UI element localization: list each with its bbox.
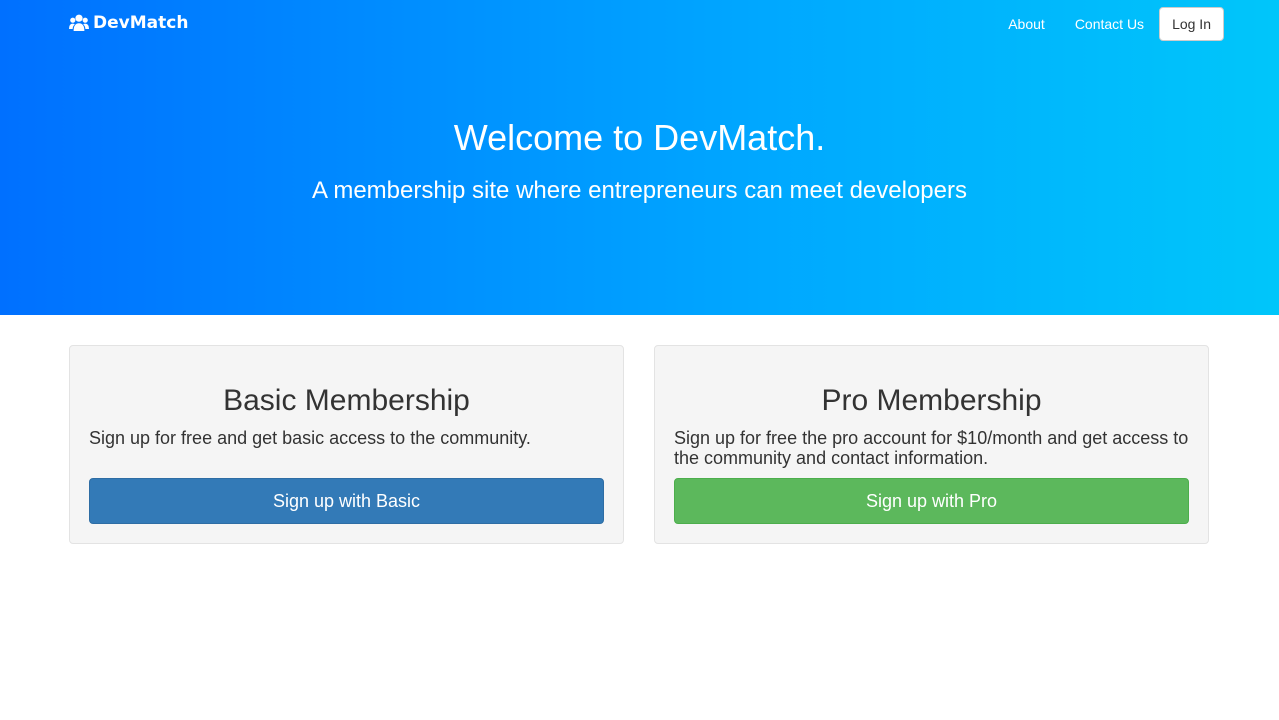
brand-link[interactable]: DevMatch xyxy=(69,13,188,33)
pro-plan-description: Sign up for free the pro account for $10… xyxy=(674,428,1189,468)
brand-name: DevMatch xyxy=(93,13,189,33)
signup-pro-button[interactable]: Sign up with Pro xyxy=(674,478,1189,524)
nav-link-contact[interactable]: Contact Us xyxy=(1060,7,1159,41)
basic-plan-description: Sign up for free and get basic access to… xyxy=(89,428,531,448)
membership-cards: Basic Membership Sign up for free and ge… xyxy=(69,345,1209,544)
login-button[interactable]: Log In xyxy=(1159,7,1224,41)
hero-banner: DevMatch About Contact Us Log In Welcome… xyxy=(0,0,1279,315)
nav-link-about[interactable]: About xyxy=(993,7,1060,41)
users-icon xyxy=(69,14,89,32)
basic-membership-card: Basic Membership Sign up for free and ge… xyxy=(69,345,624,544)
nav-links: About Contact Us Log In xyxy=(993,7,1224,41)
pro-membership-card: Pro Membership Sign up for free the pro … xyxy=(654,345,1209,544)
navbar: DevMatch About Contact Us Log In xyxy=(0,0,1279,48)
hero-subtitle: A membership site where entrepreneurs ca… xyxy=(311,177,967,204)
signup-basic-button[interactable]: Sign up with Basic xyxy=(89,478,604,524)
hero-title: Welcome to DevMatch. xyxy=(453,117,826,158)
pro-plan-title: Pro Membership xyxy=(821,384,1042,417)
basic-plan-title: Basic Membership xyxy=(223,384,470,417)
